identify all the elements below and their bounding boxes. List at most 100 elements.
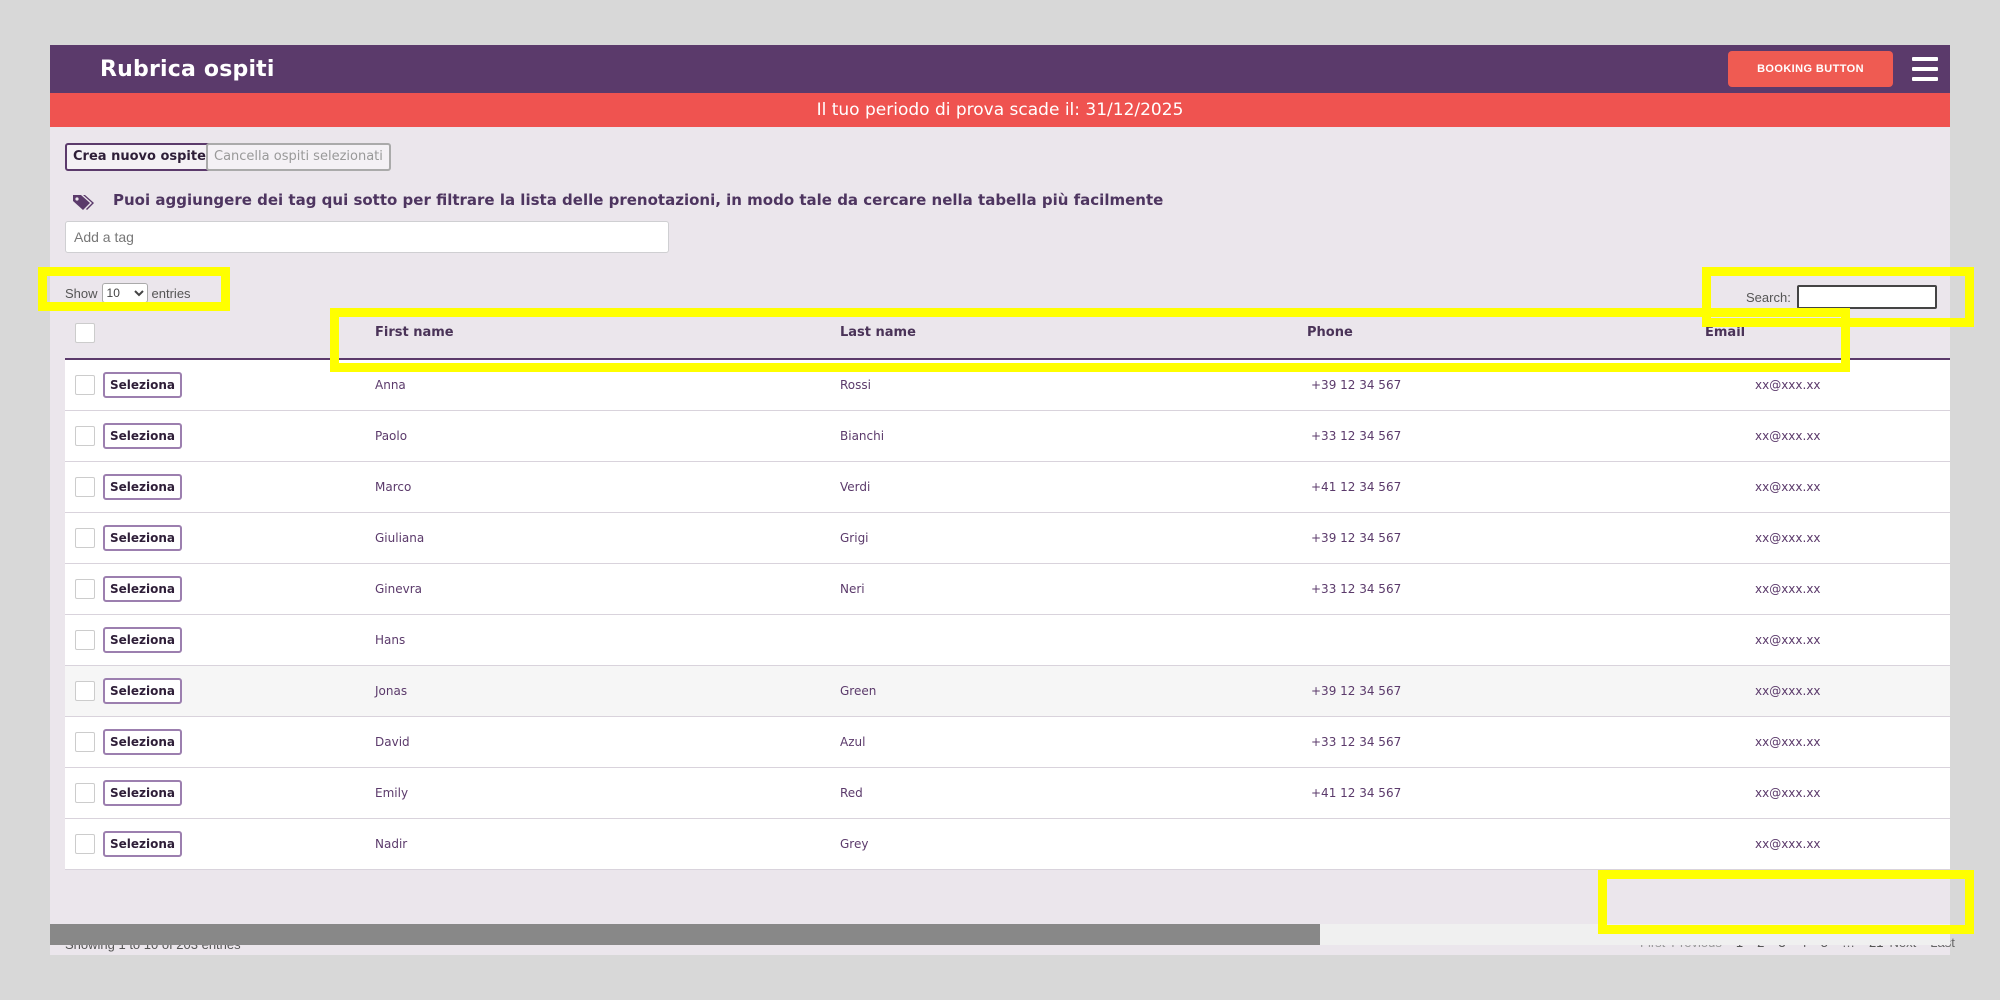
row-checkbox[interactable]	[75, 731, 95, 752]
table-header-row: First name Last name Phone Email	[65, 307, 1950, 360]
row-checkbox[interactable]	[75, 629, 95, 650]
entries-per-page-select[interactable]: 10	[101, 283, 148, 303]
cell-first-name: Jonas	[355, 665, 820, 717]
cell-last-name: Neri	[820, 563, 1285, 615]
cell-email: xx@xxx.xx	[1705, 512, 1950, 564]
table-row[interactable]: Seleziona Anna Rossi +39 12 34 567 xx@xxx.xx	[65, 359, 1950, 411]
cell-first-name: Giuliana	[355, 512, 820, 564]
table-body: Seleziona Anna Rossi +39 12 34 567 xx@xxx.xx…	[65, 359, 1950, 870]
search-control: Search:	[1746, 285, 1937, 309]
cell-last-name: Grigi	[820, 512, 1285, 564]
select-row-button[interactable]: Seleziona	[103, 626, 183, 653]
select-row-button[interactable]: Seleziona	[103, 677, 183, 704]
table-row[interactable]: Seleziona Hans xx@xxx.xx	[65, 614, 1950, 666]
scrollbar-thumb[interactable]	[50, 924, 1320, 945]
entries-length-control: Show 10 entries	[65, 283, 191, 303]
cell-phone: +33 12 34 567	[1285, 410, 1705, 462]
row-select-cell: Seleziona	[65, 767, 355, 819]
cell-first-name: Emily	[355, 767, 820, 819]
cell-phone: +33 12 34 567	[1285, 716, 1705, 768]
cell-last-name: Bianchi	[820, 410, 1285, 462]
cell-email: xx@xxx.xx	[1705, 410, 1950, 462]
cell-last-name: Grey	[820, 818, 1285, 870]
hamburger-menu-icon[interactable]	[1912, 57, 1938, 81]
app-title: Rubrica ospiti	[100, 57, 275, 82]
guests-table-container: First name Last name Phone Email Selezio…	[65, 307, 1950, 870]
row-select-cell: Seleziona	[65, 410, 355, 462]
row-select-cell: Seleziona	[65, 716, 355, 768]
search-label: Search:	[1746, 289, 1791, 305]
table-row[interactable]: Seleziona Giuliana Grigi +39 12 34 567 xx@xx…	[65, 512, 1950, 564]
cell-phone: +39 12 34 567	[1285, 665, 1705, 717]
cell-first-name: Hans	[355, 614, 820, 666]
select-row-button[interactable]: Seleziona	[103, 473, 183, 500]
cell-last-name: Rossi	[820, 359, 1285, 411]
cell-phone	[1285, 818, 1705, 870]
column-header-first-name[interactable]: First name	[355, 307, 820, 360]
row-select-cell: Seleziona	[65, 665, 355, 717]
cell-first-name: Nadir	[355, 818, 820, 870]
row-checkbox[interactable]	[75, 782, 95, 803]
cell-last-name: Verdi	[820, 461, 1285, 513]
row-checkbox[interactable]	[75, 833, 95, 854]
row-select-cell: Seleziona	[65, 563, 355, 615]
select-row-button[interactable]: Seleziona	[103, 422, 183, 449]
top-bar: Rubrica ospiti BOOKING BUTTON	[50, 45, 1950, 93]
select-row-button[interactable]: Seleziona	[103, 830, 183, 857]
row-select-cell: Seleziona	[65, 359, 355, 411]
cell-last-name: Azul	[820, 716, 1285, 768]
select-all-header	[65, 307, 355, 360]
column-header-last-name[interactable]: Last name	[820, 307, 1285, 360]
row-checkbox[interactable]	[75, 476, 95, 497]
select-row-button[interactable]: Seleziona	[103, 779, 183, 806]
cell-email: xx@xxx.xx	[1705, 359, 1950, 411]
cell-email: xx@xxx.xx	[1705, 818, 1950, 870]
row-select-cell: Seleziona	[65, 512, 355, 564]
row-select-cell: Seleziona	[65, 818, 355, 870]
table-row[interactable]: Seleziona David Azul +33 12 34 567 xx@xxx.xx	[65, 716, 1950, 768]
entries-label: entries	[151, 285, 191, 301]
cell-first-name: Anna	[355, 359, 820, 411]
cell-email: xx@xxx.xx	[1705, 716, 1950, 768]
cell-last-name: Green	[820, 665, 1285, 717]
select-row-button[interactable]: Seleziona	[103, 575, 183, 602]
cell-first-name: Ginevra	[355, 563, 820, 615]
add-tag-input[interactable]	[65, 221, 669, 253]
row-select-cell: Seleziona	[65, 614, 355, 666]
select-row-button[interactable]: Seleziona	[103, 524, 183, 551]
cell-first-name: Marco	[355, 461, 820, 513]
cell-phone: +41 12 34 567	[1285, 767, 1705, 819]
create-guest-button[interactable]: Crea nuovo ospite	[65, 143, 214, 171]
row-checkbox[interactable]	[75, 374, 95, 395]
cell-phone	[1285, 614, 1705, 666]
app-window: Rubrica ospiti BOOKING BUTTON Il tuo per…	[50, 45, 1955, 955]
select-row-button[interactable]: Seleziona	[103, 728, 183, 755]
cell-phone: +39 12 34 567	[1285, 512, 1705, 564]
select-row-button[interactable]: Seleziona	[103, 371, 183, 398]
cell-last-name: Red	[820, 767, 1285, 819]
guests-table: First name Last name Phone Email Selezio…	[65, 307, 1950, 870]
horizontal-scrollbar[interactable]	[50, 924, 1950, 945]
table-row[interactable]: Seleziona Emily Red +41 12 34 567 xx@xxx.xx	[65, 767, 1950, 819]
delete-selected-guests-button[interactable]: Cancella ospiti selezionati	[206, 143, 391, 171]
select-all-checkbox[interactable]	[75, 322, 95, 343]
cell-email: xx@xxx.xx	[1705, 461, 1950, 513]
table-row[interactable]: Seleziona Ginevra Neri +33 12 34 567 xx@xxx.…	[65, 563, 1950, 615]
row-checkbox[interactable]	[75, 680, 95, 701]
search-input[interactable]	[1796, 285, 1937, 309]
row-checkbox[interactable]	[75, 578, 95, 599]
table-row[interactable]: Seleziona Jonas Green +39 12 34 567 xx@xxx.x…	[65, 665, 1950, 717]
table-row[interactable]: Seleziona Paolo Bianchi +33 12 34 567 xx@xxx…	[65, 410, 1950, 462]
row-checkbox[interactable]	[75, 527, 95, 548]
show-label: Show	[65, 285, 98, 301]
row-checkbox[interactable]	[75, 425, 95, 446]
cell-phone: +33 12 34 567	[1285, 563, 1705, 615]
booking-button[interactable]: BOOKING BUTTON	[1728, 51, 1893, 87]
table-row[interactable]: Seleziona Nadir Grey xx@xxx.xx	[65, 818, 1950, 870]
column-header-phone[interactable]: Phone	[1285, 307, 1705, 360]
table-row[interactable]: Seleziona Marco Verdi +41 12 34 567 xx@xxx.x…	[65, 461, 1950, 513]
cell-first-name: Paolo	[355, 410, 820, 462]
tags-icon	[73, 195, 94, 210]
column-header-email[interactable]: Email	[1705, 307, 1950, 360]
cell-phone: +39 12 34 567	[1285, 359, 1705, 411]
